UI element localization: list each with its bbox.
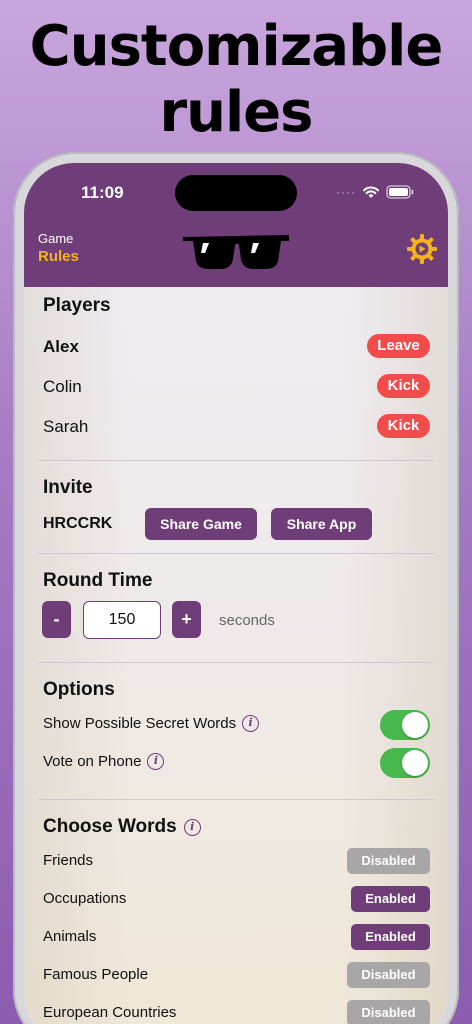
round-time-unit: seconds [219, 612, 275, 629]
info-icon[interactable]: i [147, 753, 165, 770]
european-countries-category-toggle[interactable]: Disabled [347, 1000, 430, 1024]
status-icons: ···· [336, 185, 414, 199]
decrease-time-button[interactable]: - [42, 601, 71, 638]
section-divider [38, 460, 434, 461]
sunglasses-logo-icon [183, 235, 289, 269]
nav-back-label[interactable]: Game [38, 231, 73, 246]
status-time: 11:09 [81, 183, 124, 202]
options-section-title: Options [43, 679, 115, 700]
app-header: 11:09 ···· Game Rules [24, 163, 448, 287]
famous-people-category-toggle[interactable]: Disabled [347, 962, 430, 988]
round-time-input[interactable]: 150 [83, 601, 161, 639]
info-icon[interactable]: i [242, 715, 260, 732]
kick-colin-button[interactable]: Kick [377, 374, 430, 398]
word-category-label: Animals [43, 928, 97, 945]
promo-headline: Customizable rules [0, 14, 472, 146]
leave-button[interactable]: Leave [367, 334, 430, 358]
promo-headline-line1: Customizable [29, 14, 444, 79]
choose-words-title-text: Choose Words [43, 816, 177, 837]
nav-title: Rules [38, 248, 79, 265]
word-category-label: Friends [43, 852, 94, 869]
option-show-secret-words: Show Possible Secret Words i [43, 715, 260, 732]
vote-on-phone-toggle[interactable] [380, 748, 430, 778]
info-icon[interactable]: i [183, 818, 201, 836]
animals-category-toggle[interactable]: Enabled [351, 924, 430, 950]
player-name-colin: Colin [43, 377, 82, 396]
option-label: Show Possible Secret Words [43, 715, 237, 732]
section-divider [38, 799, 434, 800]
kick-sarah-button[interactable]: Kick [377, 414, 430, 438]
dynamic-island [175, 175, 297, 211]
battery-icon [386, 185, 414, 199]
player-name-alex: Alex [43, 337, 79, 356]
app-screen: 11:09 ···· Game Rules Players Alex Leave… [24, 163, 448, 1024]
player-name-sarah: Sarah [43, 417, 89, 436]
signal-icon: ···· [336, 185, 356, 199]
choose-words-section-title: Choose Words i [43, 816, 201, 838]
option-label: Vote on Phone [43, 753, 142, 770]
show-secret-words-toggle[interactable] [380, 710, 430, 740]
word-category-label: Famous People [43, 966, 149, 983]
promo-headline-line2: rules [159, 80, 314, 145]
option-vote-on-phone: Vote on Phone i [43, 753, 165, 770]
players-section-title: Players [43, 295, 111, 316]
section-divider [38, 553, 434, 554]
friends-category-toggle[interactable]: Disabled [347, 848, 430, 874]
increase-time-button[interactable]: + [172, 601, 201, 638]
share-app-button[interactable]: Share App [271, 508, 372, 540]
section-divider [38, 662, 434, 663]
word-category-label: Occupations [43, 890, 127, 907]
round-time-section-title: Round Time [43, 570, 153, 591]
share-game-button[interactable]: Share Game [145, 508, 257, 540]
settings-gear-icon[interactable] [406, 233, 438, 265]
game-code: HRCCRK [43, 515, 113, 532]
rules-content: Players Alex Leave Colin Kick Sarah Kick… [24, 287, 448, 1024]
word-category-label: European Countries [43, 1004, 177, 1021]
invite-section-title: Invite [43, 477, 93, 498]
occupations-category-toggle[interactable]: Enabled [351, 886, 430, 912]
wifi-icon [363, 186, 379, 198]
